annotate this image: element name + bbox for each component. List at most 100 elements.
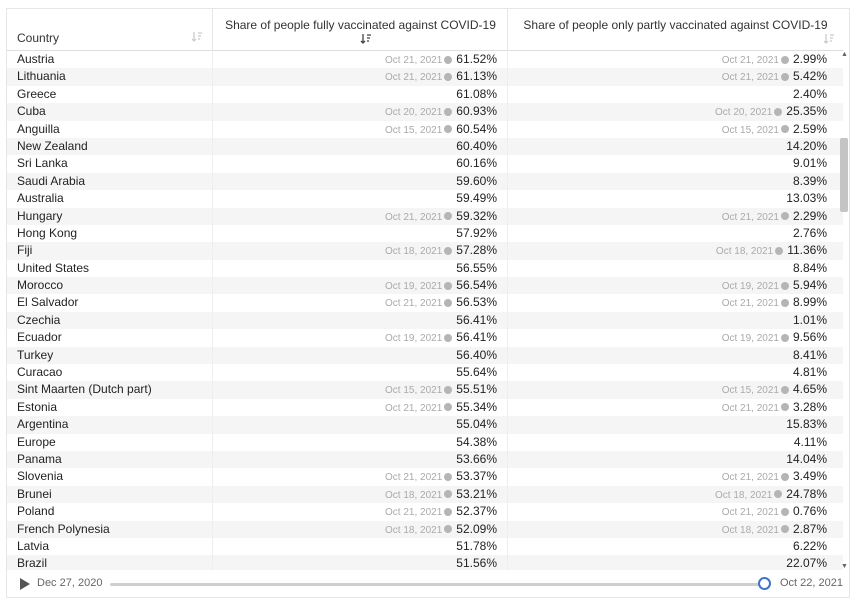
data-date-label: Oct 21, 2021 [721,72,779,84]
table-row: Greece 61.08% 2.40% [7,85,843,104]
sort-icon[interactable] [191,31,203,45]
data-date-label: Oct 15, 2021 [385,124,443,136]
country-cell: Panama [17,451,62,466]
info-icon[interactable] [780,507,789,516]
country-cell: New Zealand [17,138,88,153]
info-icon[interactable] [780,55,789,64]
value-text: 60.40% [456,138,497,153]
value-text: 59.49% [456,191,497,206]
fully-vaccinated-cell: Oct 19, 2021 56.54% [212,277,507,295]
timeline-end-date: Oct 22, 2021 [780,577,843,589]
fully-vaccinated-cell: 59.49% [212,190,507,208]
partly-vaccinated-cell: 2.76% [507,224,833,243]
partly-vaccinated-cell: 8.39% [507,172,833,191]
value-text: 57.28% [456,243,497,258]
info-icon[interactable] [780,385,789,394]
info-icon[interactable] [444,333,453,342]
value-text: 60.93% [456,104,497,119]
info-icon[interactable] [780,298,789,307]
data-date-label: Oct 21, 2021 [721,211,779,223]
info-icon[interactable] [444,72,453,81]
value-text: 54.38% [456,434,497,449]
info-icon[interactable] [444,385,453,394]
sort-icon[interactable] [823,33,835,47]
timeline-track[interactable] [110,583,764,586]
column-header-fully-vaccinated[interactable]: Share of people fully vaccinated against… [212,9,508,51]
data-date-label: Oct 18, 2021 [721,524,779,536]
info-icon[interactable] [444,490,453,499]
info-icon[interactable] [780,212,789,221]
data-date-label: Oct 15, 2021 [721,385,779,397]
country-cell: Hungary [17,208,63,223]
partly-vaccinated-cell: 4.81% [507,364,833,382]
data-date-label: Oct 20, 2021 [385,107,443,119]
data-date-label: Oct 21, 2021 [721,298,779,310]
value-text: 2.29% [792,208,827,223]
vertical-scrollbar[interactable]: ▲ ▼ [839,51,849,570]
value-text: 57.92% [456,225,497,240]
info-icon[interactable] [444,55,453,64]
fully-vaccinated-cell: 51.78% [212,537,507,556]
fully-vaccinated-cell: 56.40% [212,346,507,365]
partly-vaccinated-cell: Oct 21, 2021 2.99% [507,51,833,69]
info-icon[interactable] [780,72,789,81]
scroll-down-arrow-icon[interactable]: ▼ [841,563,848,570]
partly-vaccinated-cell: Oct 20, 2021 25.35% [507,103,833,121]
info-icon[interactable] [444,125,453,134]
info-icon[interactable] [444,525,453,534]
partly-vaccinated-cell: Oct 21, 2021 0.76% [507,503,833,521]
table-row: Saudi Arabia 59.60% 8.39% [7,172,843,191]
value-text: 60.54% [456,121,497,136]
info-icon[interactable] [444,472,453,481]
info-icon[interactable] [780,333,789,342]
info-icon[interactable] [444,507,453,516]
fully-vaccinated-cell: Oct 18, 2021 53.21% [212,485,507,504]
info-icon[interactable] [444,298,453,307]
column-header-partly-vaccinated[interactable]: Share of people only partly vaccinated a… [507,9,843,51]
country-cell: Australia [17,191,64,206]
info-icon[interactable] [780,472,789,481]
info-icon[interactable] [774,107,783,116]
column-header-country-label: Country [17,31,60,45]
info-icon[interactable] [444,212,453,221]
scrollbar-thumb[interactable] [840,138,848,212]
scroll-up-arrow-icon[interactable]: ▲ [841,51,848,58]
value-text: 11.36% [787,243,827,258]
table-row: United States 56.55% 8.84% [7,259,843,278]
data-date-label: Oct 21, 2021 [385,507,443,519]
value-text: 5.94% [792,278,827,293]
fully-vaccinated-cell: 60.16% [212,155,507,173]
info-icon[interactable] [444,403,453,412]
value-text: 56.55% [456,260,497,275]
info-icon[interactable] [444,281,453,290]
country-cell: French Polynesia [17,521,110,536]
play-icon[interactable] [20,578,30,590]
info-icon[interactable] [780,281,789,290]
sort-descending-icon[interactable] [360,33,372,47]
partly-vaccinated-cell: 1.01% [507,311,833,330]
value-text: 55.64% [456,365,497,380]
value-text: 56.53% [456,295,497,310]
data-date-label: Oct 21, 2021 [721,55,779,66]
info-icon[interactable] [444,107,453,116]
value-text: 13.03% [786,191,827,206]
info-icon[interactable] [780,525,789,534]
value-text: 4.11% [793,434,827,449]
table-row: Australia 59.49% 13.03% [7,190,843,208]
country-cell: Lithuania [17,69,66,84]
info-icon[interactable] [444,246,453,255]
country-cell: Estonia [17,399,58,414]
country-cell: Hong Kong [17,225,78,240]
info-icon[interactable] [780,403,789,412]
info-icon[interactable] [775,246,784,255]
column-header-country[interactable]: Country [17,9,211,51]
partly-vaccinated-cell: Oct 18, 2021 11.36% [507,242,833,260]
timeline-handle[interactable] [758,577,771,590]
value-text: 56.40% [456,347,497,362]
info-icon[interactable] [780,125,789,134]
country-cell: Poland [17,504,55,519]
partly-vaccinated-cell: 2.40% [507,85,833,104]
info-icon[interactable] [774,490,783,499]
partly-vaccinated-cell: Oct 21, 2021 8.99% [507,294,833,312]
value-text: 6.22% [792,538,827,553]
